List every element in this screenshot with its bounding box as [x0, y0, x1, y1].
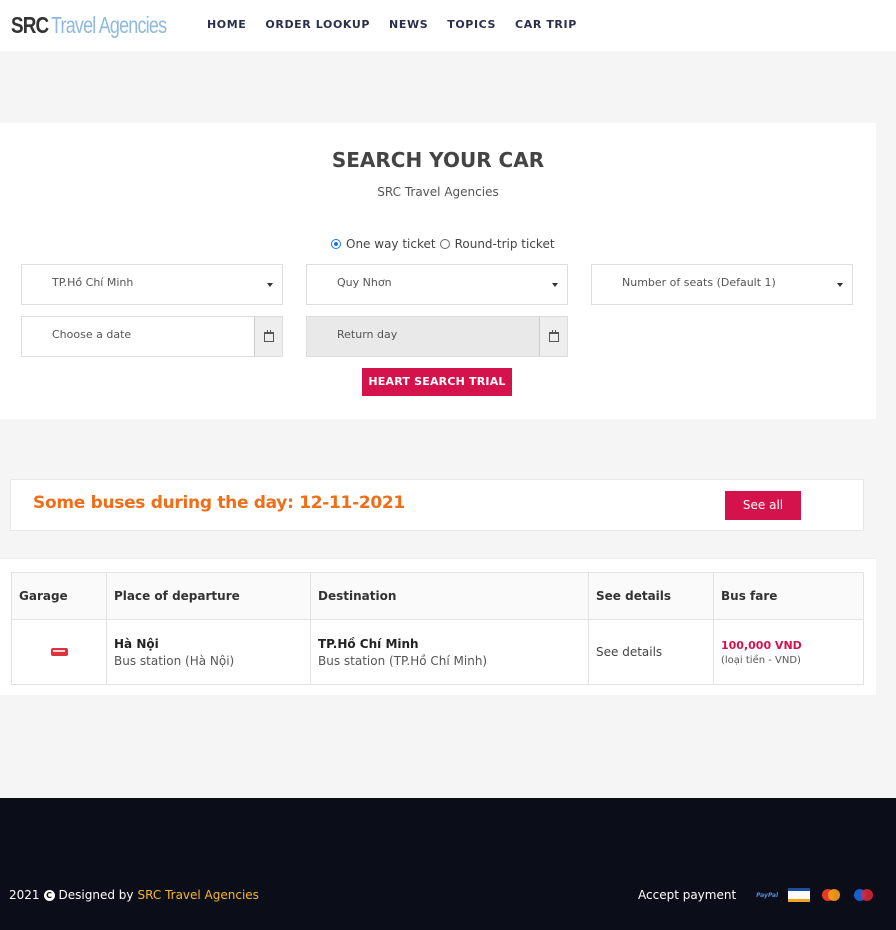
- nav-order-lookup[interactable]: ORDER LOOKUP: [265, 18, 370, 31]
- search-panel: SEARCH YOUR CAR SRC Travel Agencies One …: [0, 123, 876, 419]
- header-departure: Place of departure: [106, 572, 311, 620]
- fare-cell: 100,000 VND (loại tiền - VND): [713, 619, 864, 685]
- garage-logo-icon: [51, 648, 68, 656]
- garage-cell: [11, 619, 107, 685]
- nav-topics[interactable]: TOPICS: [447, 18, 496, 31]
- header-see-details: See details: [588, 572, 714, 620]
- search-title: SEARCH YOUR CAR: [331, 148, 545, 172]
- chevron-down-icon: [552, 283, 558, 287]
- nav-news[interactable]: NEWS: [389, 18, 428, 31]
- departure-city: Hà Nội: [114, 636, 159, 651]
- site-logo[interactable]: SRC Travel Agencies: [11, 11, 198, 39]
- calendar-icon: [263, 329, 274, 342]
- departure-date-field[interactable]: Choose a date: [21, 316, 283, 357]
- destination-select[interactable]: Quy Nhơn: [306, 264, 568, 305]
- visa-icon: [788, 888, 811, 902]
- one-way-radio[interactable]: [331, 239, 341, 249]
- nav-car-trip[interactable]: CAR TRIP: [515, 18, 577, 31]
- round-trip-radio[interactable]: [439, 239, 450, 249]
- copyright: 2021 C Designed by SRC Travel Agencies: [9, 888, 259, 902]
- search-trip-button[interactable]: HEART SEARCH TRIAL: [362, 368, 512, 396]
- return-date-field[interactable]: Return day: [306, 316, 568, 357]
- departure-date-placeholder: Choose a date: [52, 328, 132, 341]
- table-header-row: Garage Place of departure Destination Se…: [11, 572, 864, 620]
- site-footer: 2021 C Designed by SRC Travel Agencies A…: [0, 798, 896, 930]
- seats-select-value: Number of seats (Default 1): [622, 276, 776, 289]
- table-row: Hà Nội Bus station (Hà Nội) TP.Hồ Chí Mi…: [11, 619, 864, 685]
- bus-table: Garage Place of departure Destination Se…: [11, 572, 864, 685]
- copyright-icon: C: [43, 889, 55, 901]
- departure-cell: Hà Nội Bus station (Hà Nội): [106, 619, 311, 685]
- round-trip-label: Round-trip ticket: [454, 237, 555, 251]
- maestro-icon: [852, 888, 876, 902]
- accept-payment-label: Accept payment: [638, 888, 737, 902]
- one-way-label: One way ticket: [346, 237, 436, 251]
- destination-station: Bus station (TP.Hồ Chí Minh): [318, 653, 488, 668]
- nav-home[interactable]: HOME: [207, 18, 246, 31]
- calendar-icon: [548, 329, 559, 342]
- fare-amount: 100,000 VND: [721, 638, 802, 652]
- departure-select-value: TP.Hồ Chí Minh: [52, 276, 134, 289]
- header-garage: Garage: [11, 572, 107, 620]
- departure-select[interactable]: TP.Hồ Chí Minh: [21, 264, 283, 305]
- buses-today-bar: Some buses during the day: 12-11-2021 Se…: [10, 479, 864, 531]
- destination-cell: TP.Hồ Chí Minh Bus station (TP.Hồ Chí Mi…: [310, 619, 589, 685]
- destination-select-value: Quy Nhơn: [337, 276, 392, 289]
- fare-currency-note: (loại tiền - VND): [721, 654, 801, 666]
- see-details-link[interactable]: See details: [588, 619, 714, 685]
- logo-src-text: SRC: [11, 11, 49, 38]
- footer-brand-link[interactable]: SRC Travel Agencies: [138, 888, 259, 902]
- main-nav: HOME ORDER LOOKUP NEWS TOPICS CAR TRIP: [207, 18, 596, 31]
- calendar-button[interactable]: [254, 317, 282, 356]
- mastercard-icon: [820, 888, 842, 902]
- return-date-placeholder: Return day: [337, 328, 398, 341]
- chevron-down-icon: [267, 283, 273, 287]
- seats-select[interactable]: Number of seats (Default 1): [591, 264, 853, 305]
- header-destination: Destination: [310, 572, 589, 620]
- trip-type-group: One way ticket Round-trip ticket: [331, 237, 559, 251]
- bus-table-panel: Garage Place of departure Destination Se…: [0, 558, 876, 695]
- destination-city: TP.Hồ Chí Minh: [318, 636, 419, 651]
- header-bus-fare: Bus fare: [713, 572, 864, 620]
- paypal-icon: PayPal: [756, 891, 779, 899]
- search-subtitle: SRC Travel Agencies: [377, 185, 499, 199]
- see-all-button[interactable]: See all: [725, 491, 801, 520]
- designed-by-text: Designed by: [58, 888, 134, 902]
- site-header: SRC Travel Agencies HOME ORDER LOOKUP NE…: [0, 0, 896, 51]
- payment-methods: Accept payment PayPal: [638, 888, 876, 902]
- chevron-down-icon: [837, 283, 843, 287]
- copyright-year: 2021: [9, 888, 40, 902]
- departure-station: Bus station (Hà Nội): [114, 653, 235, 668]
- logo-travel-agencies-text: Travel Agencies: [50, 11, 167, 38]
- buses-today-title: Some buses during the day: 12-11-2021: [33, 493, 405, 513]
- calendar-button[interactable]: [539, 317, 567, 356]
